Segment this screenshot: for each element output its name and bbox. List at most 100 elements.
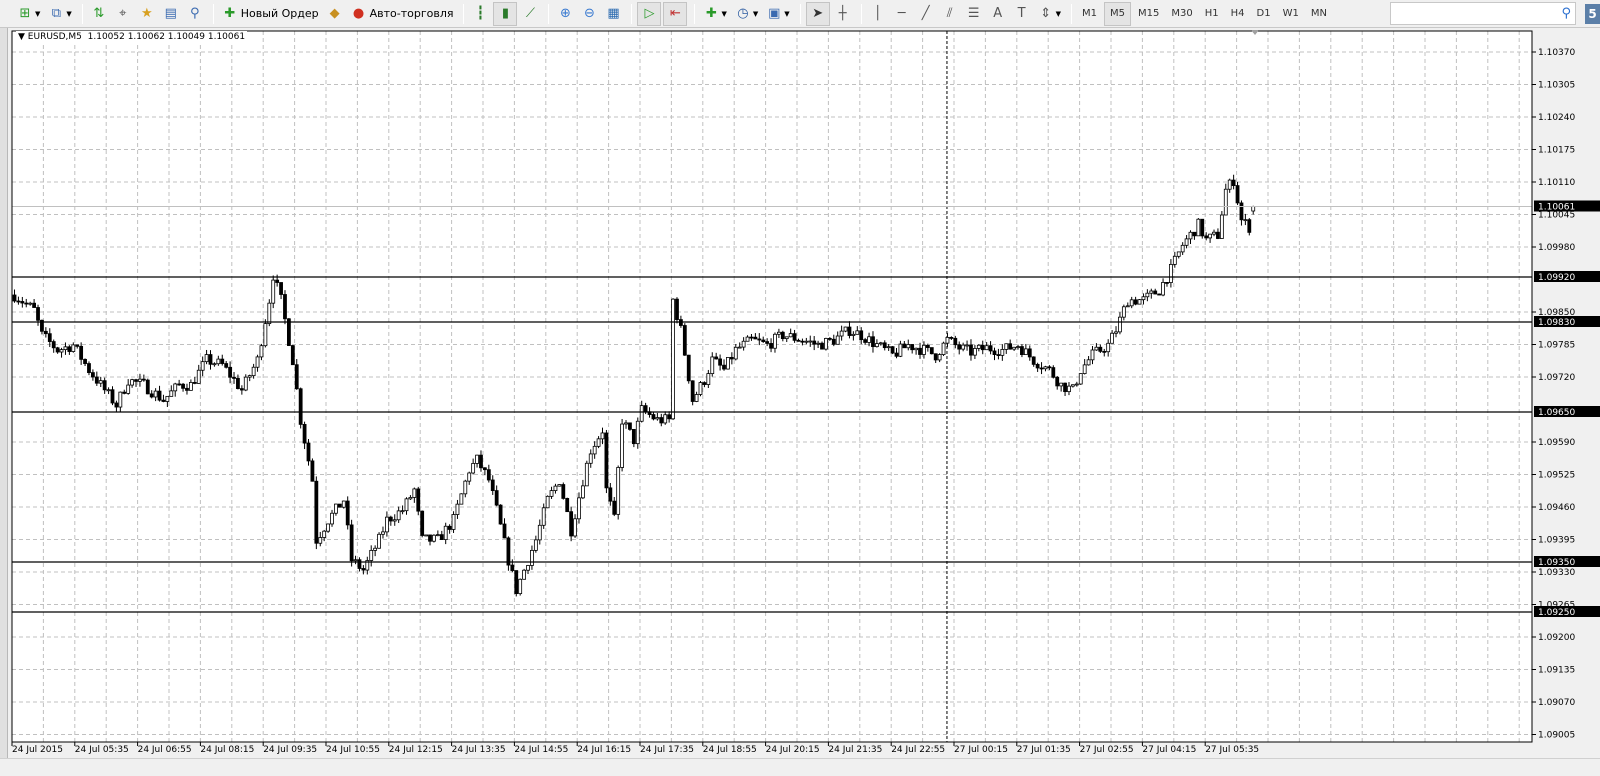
timeframe-m30[interactable]: M30	[1166, 2, 1197, 26]
chart-shift-button[interactable]: ⇤	[663, 1, 688, 26]
candle	[682, 323, 687, 356]
candle-body	[322, 530, 327, 538]
line-chart-button[interactable]: ⟋	[519, 2, 541, 26]
candle-body	[432, 534, 436, 542]
metaeditor-button[interactable]: ◆	[324, 2, 346, 26]
search-icon[interactable]: ⚲	[1561, 6, 1571, 21]
tile-windows-button[interactable]: ▦	[602, 2, 624, 26]
vertical-line-button[interactable]: │	[867, 2, 889, 26]
candle-body	[212, 363, 217, 366]
templates-button[interactable]: ▣ ▼	[763, 2, 792, 26]
x-tick-label: 24 Jul 10:55	[326, 745, 380, 755]
candle-body	[330, 512, 334, 525]
candle-body	[682, 325, 687, 356]
candle-body	[145, 379, 150, 395]
market-watch-button[interactable]: ⇅	[88, 2, 110, 26]
periods-button[interactable]: ◷ ▼	[732, 2, 761, 26]
timeframe-h1[interactable]: H1	[1200, 2, 1224, 26]
chevron-down-icon[interactable]: ▼	[721, 10, 726, 18]
arrows-button[interactable]: ⇕ ▼	[1035, 2, 1064, 26]
trendline-button[interactable]: ╱	[915, 2, 937, 26]
navigator-button[interactable]: ★	[136, 2, 158, 26]
candle-body	[408, 497, 413, 500]
candle-body	[1223, 188, 1228, 216]
equidistant-channel-button[interactable]: ⫽	[939, 2, 961, 26]
fibonacci-button[interactable]: ☰	[963, 2, 985, 26]
terminal-button[interactable]: ▤	[160, 2, 182, 26]
y-tick-label: 1.10305	[1538, 81, 1575, 91]
candle-body	[263, 323, 268, 347]
profiles-button[interactable]: ⧉ ▼	[45, 2, 74, 26]
candlesticks-button[interactable]: ▮	[493, 1, 518, 26]
candle-body	[608, 487, 613, 502]
new-order-icon: ✚	[224, 5, 236, 21]
chevron-down-icon[interactable]: ▼	[1056, 10, 1061, 18]
chevron-down-icon[interactable]: ▼	[784, 10, 789, 18]
candle-body	[894, 352, 899, 357]
horizontal-line-button[interactable]: ─	[891, 2, 913, 26]
chevron-down-icon[interactable]: ▼	[753, 10, 758, 18]
candle-body	[800, 340, 805, 343]
indicators-button[interactable]: ✚ ▼	[700, 2, 729, 26]
y-tick-label: 1.09525	[1538, 471, 1575, 481]
candle-body	[259, 345, 264, 358]
candle-body	[635, 420, 640, 445]
crosshair-button[interactable]: ┼	[832, 2, 854, 26]
chevron-down-icon[interactable]: ▼	[35, 10, 40, 18]
zoom-out-button[interactable]: ⊖	[578, 2, 600, 26]
price-chart[interactable]: 1.10370 1.10305 1.10240 1.10175 1.10110 1.100…	[0, 28, 1600, 758]
text-button[interactable]: A	[987, 2, 1009, 26]
candle-body	[87, 363, 91, 373]
zoom-in-button[interactable]: ⊕	[554, 2, 576, 26]
candle-body	[404, 498, 409, 512]
data-window-button[interactable]: ⌖	[112, 2, 134, 26]
y-tick-label: 1.09460	[1538, 503, 1575, 513]
y-tick-label: 1.09980	[1538, 243, 1575, 253]
candle	[145, 378, 150, 395]
candle-body	[1251, 206, 1256, 212]
candle	[569, 506, 574, 542]
cursor-button[interactable]: ➤	[805, 1, 830, 26]
timeframe-h4[interactable]: H4	[1226, 2, 1250, 26]
chart-header[interactable]: ▼ EURUSD,M5 1.10052 1.10062 1.10049 1.10…	[16, 31, 248, 43]
candle	[616, 465, 621, 520]
bar-chart-button[interactable]: ┇	[469, 2, 491, 26]
candle	[514, 570, 519, 597]
candle-body	[1094, 346, 1099, 351]
candle-body	[1208, 233, 1212, 239]
auto-trading-button[interactable]: ● Авто-торговля	[348, 2, 457, 26]
candle-body	[808, 340, 813, 343]
candle-body	[173, 383, 178, 392]
chevron-down-icon[interactable]: ▼	[66, 10, 71, 18]
candle-body	[788, 333, 793, 338]
candle-body	[592, 445, 597, 455]
candle-body	[588, 453, 593, 464]
timeframe-m5[interactable]: M5	[1104, 1, 1132, 26]
x-tick-label: 24 Jul 18:55	[703, 745, 757, 755]
candle-body	[208, 354, 213, 365]
text-label-button[interactable]: T	[1011, 2, 1033, 26]
candle-body	[63, 346, 68, 351]
strategy-tester-button[interactable]: ⚲	[184, 2, 206, 26]
search-input[interactable]: ⚲	[1390, 2, 1576, 25]
candle-body	[181, 383, 185, 389]
timeframe-m15[interactable]: M15	[1133, 2, 1164, 26]
notification-badge[interactable]: 5	[1585, 4, 1600, 24]
candle-body	[651, 414, 656, 420]
zoom-in-icon: ⊕	[560, 5, 571, 21]
candle-body	[937, 354, 942, 361]
candle-body	[549, 490, 554, 497]
candle-body	[612, 500, 617, 515]
timeframe-mn[interactable]: MN	[1306, 2, 1332, 26]
candle	[1051, 365, 1056, 379]
chart-menu-arrow-icon[interactable]: ▼	[18, 32, 28, 42]
timeframe-w1[interactable]: W1	[1278, 2, 1304, 26]
auto-scroll-button[interactable]: ▷	[637, 1, 662, 26]
timeframe-d1[interactable]: D1	[1252, 2, 1276, 26]
new-order-button[interactable]: ✚ Новый Ордер	[219, 2, 322, 26]
new-chart-button[interactable]: ⊞ ▼	[14, 2, 43, 26]
candle-body	[482, 467, 487, 471]
toolbar: ⊞ ▼ ⧉ ▼ ⇅ ⌖ ★ ▤ ⚲ ✚ Новый Ордер ◆ ● Авто-торговля ┇ ▮ ⟋ ⊕…	[0, 0, 1600, 28]
timeframe-m1[interactable]: M1	[1077, 2, 1102, 26]
candle-body	[1004, 343, 1009, 350]
